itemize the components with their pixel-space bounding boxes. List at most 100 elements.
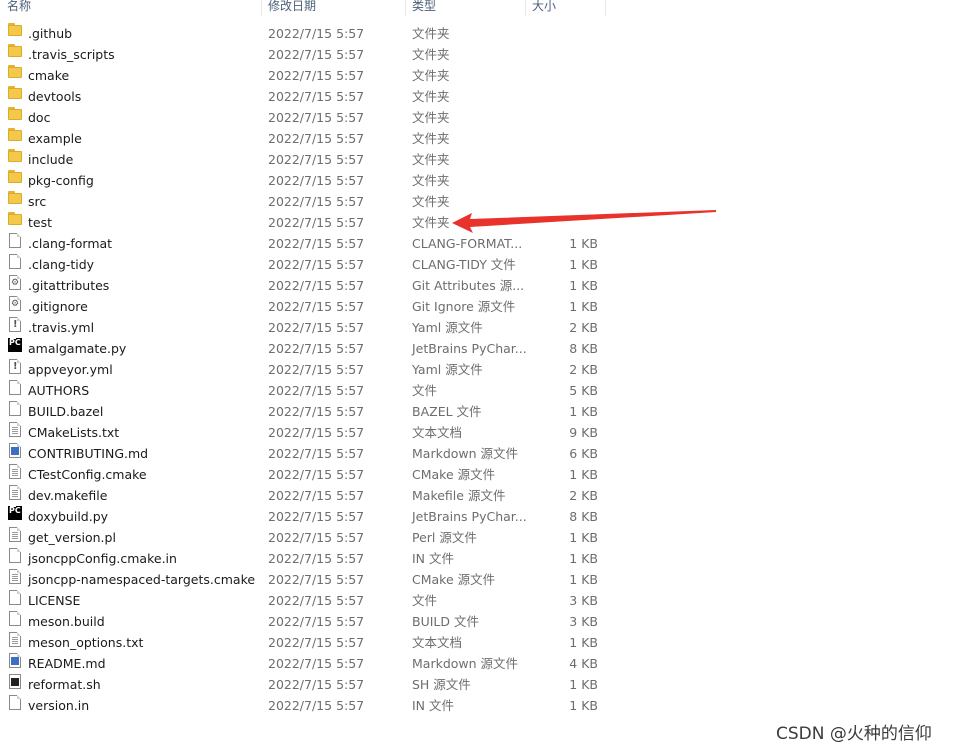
column-header-type[interactable]: 类型 bbox=[412, 0, 436, 16]
file-name: .travis.yml bbox=[28, 320, 95, 335]
column-divider[interactable] bbox=[605, 0, 606, 16]
file-name: .clang-tidy bbox=[28, 257, 95, 272]
file-name: doc bbox=[28, 110, 51, 125]
file-row[interactable]: jsoncpp-namespaced-targets.cmake 2022/7/1… bbox=[0, 569, 960, 590]
file-type: 文件 bbox=[412, 383, 438, 398]
column-header-date[interactable]: 修改日期 bbox=[268, 0, 316, 16]
file-date: 2022/7/15 5:57 bbox=[268, 383, 365, 398]
file-row[interactable]: .github 2022/7/15 5:57 文件夹 bbox=[0, 23, 960, 44]
file-row[interactable]: PC amalgamate.py 2022/7/15 5:57 JetBrains P… bbox=[0, 338, 960, 359]
file-date: 2022/7/15 5:57 bbox=[268, 425, 365, 440]
file-row[interactable]: example 2022/7/15 5:57 文件夹 bbox=[0, 128, 960, 149]
file-type: 文件夹 bbox=[412, 215, 450, 230]
file-size: 9 KB bbox=[569, 425, 598, 440]
file-name: include bbox=[28, 152, 74, 167]
file-row[interactable]: AUTHORS 2022/7/15 5:57 文件 5 KB bbox=[0, 380, 960, 401]
markdown-file-icon bbox=[9, 653, 21, 668]
file-type: Makefile 源文件 bbox=[412, 488, 506, 503]
file-date: 2022/7/15 5:57 bbox=[268, 593, 365, 608]
column-header-bar: 名称 修改日期 类型 大小 bbox=[0, 0, 960, 16]
file-type: CMake 源文件 bbox=[412, 572, 496, 587]
file-name: get_version.pl bbox=[28, 530, 116, 545]
file-date: 2022/7/15 5:57 bbox=[268, 215, 365, 230]
file-row[interactable]: .clang-tidy 2022/7/15 5:57 CLANG-TIDY 文件 1 … bbox=[0, 254, 960, 275]
file-date: 2022/7/15 5:57 bbox=[268, 236, 365, 251]
file-date: 2022/7/15 5:57 bbox=[268, 488, 365, 503]
file-row[interactable]: CTestConfig.cmake 2022/7/15 5:57 CMake 源文件… bbox=[0, 464, 960, 485]
file-row[interactable]: reformat.sh 2022/7/15 5:57 SH 源文件 1 KB bbox=[0, 674, 960, 695]
file-row[interactable]: test 2022/7/15 5:57 文件夹 bbox=[0, 212, 960, 233]
folder-icon bbox=[8, 23, 22, 38]
file-size: 2 KB bbox=[569, 320, 598, 335]
file-name: example bbox=[28, 131, 82, 146]
file-row[interactable]: include 2022/7/15 5:57 文件夹 bbox=[0, 149, 960, 170]
file-icon bbox=[9, 233, 21, 248]
file-name: CONTRIBUTING.md bbox=[28, 446, 149, 461]
file-name: .gitignore bbox=[28, 299, 88, 314]
file-row[interactable]: jsoncppConfig.cmake.in 2022/7/15 5:57 IN 文… bbox=[0, 548, 960, 569]
file-name: jsoncpp-namespaced-targets.cmake bbox=[28, 572, 256, 587]
file-type: 文件 bbox=[412, 593, 438, 608]
file-type: Git Attributes 源... bbox=[412, 278, 525, 293]
column-header-name[interactable]: 名称 bbox=[7, 0, 31, 16]
text-file-icon bbox=[9, 485, 21, 500]
file-row[interactable]: BUILD.bazel 2022/7/15 5:57 BAZEL 文件 1 KB bbox=[0, 401, 960, 422]
file-name: test bbox=[28, 215, 53, 230]
file-date: 2022/7/15 5:57 bbox=[268, 68, 365, 83]
file-size: 8 KB bbox=[569, 341, 598, 356]
file-name: appveyor.yml bbox=[28, 362, 113, 377]
file-row[interactable]: devtools 2022/7/15 5:57 文件夹 bbox=[0, 86, 960, 107]
file-name: dev.makefile bbox=[28, 488, 108, 503]
file-type: JetBrains PyChar... bbox=[412, 341, 527, 356]
file-row[interactable]: LICENSE 2022/7/15 5:57 文件 3 KB bbox=[0, 590, 960, 611]
file-row[interactable]: ⚙ .gitignore 2022/7/15 5:57 Git Ignore 源文件 1… bbox=[0, 296, 960, 317]
file-date: 2022/7/15 5:57 bbox=[268, 47, 365, 62]
file-row[interactable]: get_version.pl 2022/7/15 5:57 Perl 源文件 1 KB bbox=[0, 527, 960, 548]
file-row[interactable]: PC doxybuild.py 2022/7/15 5:57 JetBrains Py… bbox=[0, 506, 960, 527]
file-date: 2022/7/15 5:57 bbox=[268, 467, 365, 482]
file-date: 2022/7/15 5:57 bbox=[268, 278, 365, 293]
yaml-file-icon: ! bbox=[9, 317, 21, 332]
file-row[interactable]: cmake 2022/7/15 5:57 文件夹 bbox=[0, 65, 960, 86]
file-row[interactable]: dev.makefile 2022/7/15 5:57 Makefile 源文件 2 … bbox=[0, 485, 960, 506]
file-type: Perl 源文件 bbox=[412, 530, 477, 545]
column-divider[interactable] bbox=[525, 0, 526, 16]
file-row[interactable]: src 2022/7/15 5:57 文件夹 bbox=[0, 191, 960, 212]
file-row[interactable]: ! appveyor.yml 2022/7/15 5:57 Yaml 源文件 2 KB bbox=[0, 359, 960, 380]
file-date: 2022/7/15 5:57 bbox=[268, 320, 365, 335]
file-date: 2022/7/15 5:57 bbox=[268, 509, 365, 524]
file-row[interactable]: meson_options.txt 2022/7/15 5:57 文本文档 1 KB bbox=[0, 632, 960, 653]
file-size: 1 KB bbox=[569, 677, 598, 692]
file-row[interactable]: ! .travis.yml 2022/7/15 5:57 Yaml 源文件 2 KB bbox=[0, 317, 960, 338]
file-date: 2022/7/15 5:57 bbox=[268, 26, 365, 41]
file-row[interactable]: version.in 2022/7/15 5:57 IN 文件 1 KB bbox=[0, 695, 960, 716]
file-row[interactable]: meson.build 2022/7/15 5:57 BUILD 文件 3 KB bbox=[0, 611, 960, 632]
file-icon bbox=[9, 401, 21, 416]
file-row[interactable]: doc 2022/7/15 5:57 文件夹 bbox=[0, 107, 960, 128]
folder-icon bbox=[8, 212, 22, 227]
text-file-icon bbox=[9, 632, 21, 647]
file-row[interactable]: pkg-config 2022/7/15 5:57 文件夹 bbox=[0, 170, 960, 191]
file-date: 2022/7/15 5:57 bbox=[268, 677, 365, 692]
file-type: BUILD 文件 bbox=[412, 614, 479, 629]
file-size: 1 KB bbox=[569, 530, 598, 545]
file-type: Yaml 源文件 bbox=[412, 320, 483, 335]
file-date: 2022/7/15 5:57 bbox=[268, 89, 365, 104]
file-name: pkg-config bbox=[28, 173, 94, 188]
file-size: 6 KB bbox=[569, 446, 598, 461]
file-row[interactable]: CONTRIBUTING.md 2022/7/15 5:57 Markdown 源文… bbox=[0, 443, 960, 464]
file-row[interactable]: .clang-format 2022/7/15 5:57 CLANG-FORMAT.… bbox=[0, 233, 960, 254]
file-row[interactable]: ⚙ .gitattributes 2022/7/15 5:57 Git Attribu… bbox=[0, 275, 960, 296]
file-row[interactable]: CMakeLists.txt 2022/7/15 5:57 文本文档 9 KB bbox=[0, 422, 960, 443]
file-row[interactable]: README.md 2022/7/15 5:57 Markdown 源文件 4 KB bbox=[0, 653, 960, 674]
column-header-size[interactable]: 大小 bbox=[532, 0, 556, 16]
file-name: cmake bbox=[28, 68, 70, 83]
file-date: 2022/7/15 5:57 bbox=[268, 173, 365, 188]
file-name: version.in bbox=[28, 698, 90, 713]
column-divider[interactable] bbox=[405, 0, 406, 16]
column-divider[interactable] bbox=[261, 0, 262, 16]
file-type: BAZEL 文件 bbox=[412, 404, 482, 419]
file-icon bbox=[9, 548, 21, 563]
file-name: meson.build bbox=[28, 614, 105, 629]
file-row[interactable]: .travis_scripts 2022/7/15 5:57 文件夹 bbox=[0, 44, 960, 65]
